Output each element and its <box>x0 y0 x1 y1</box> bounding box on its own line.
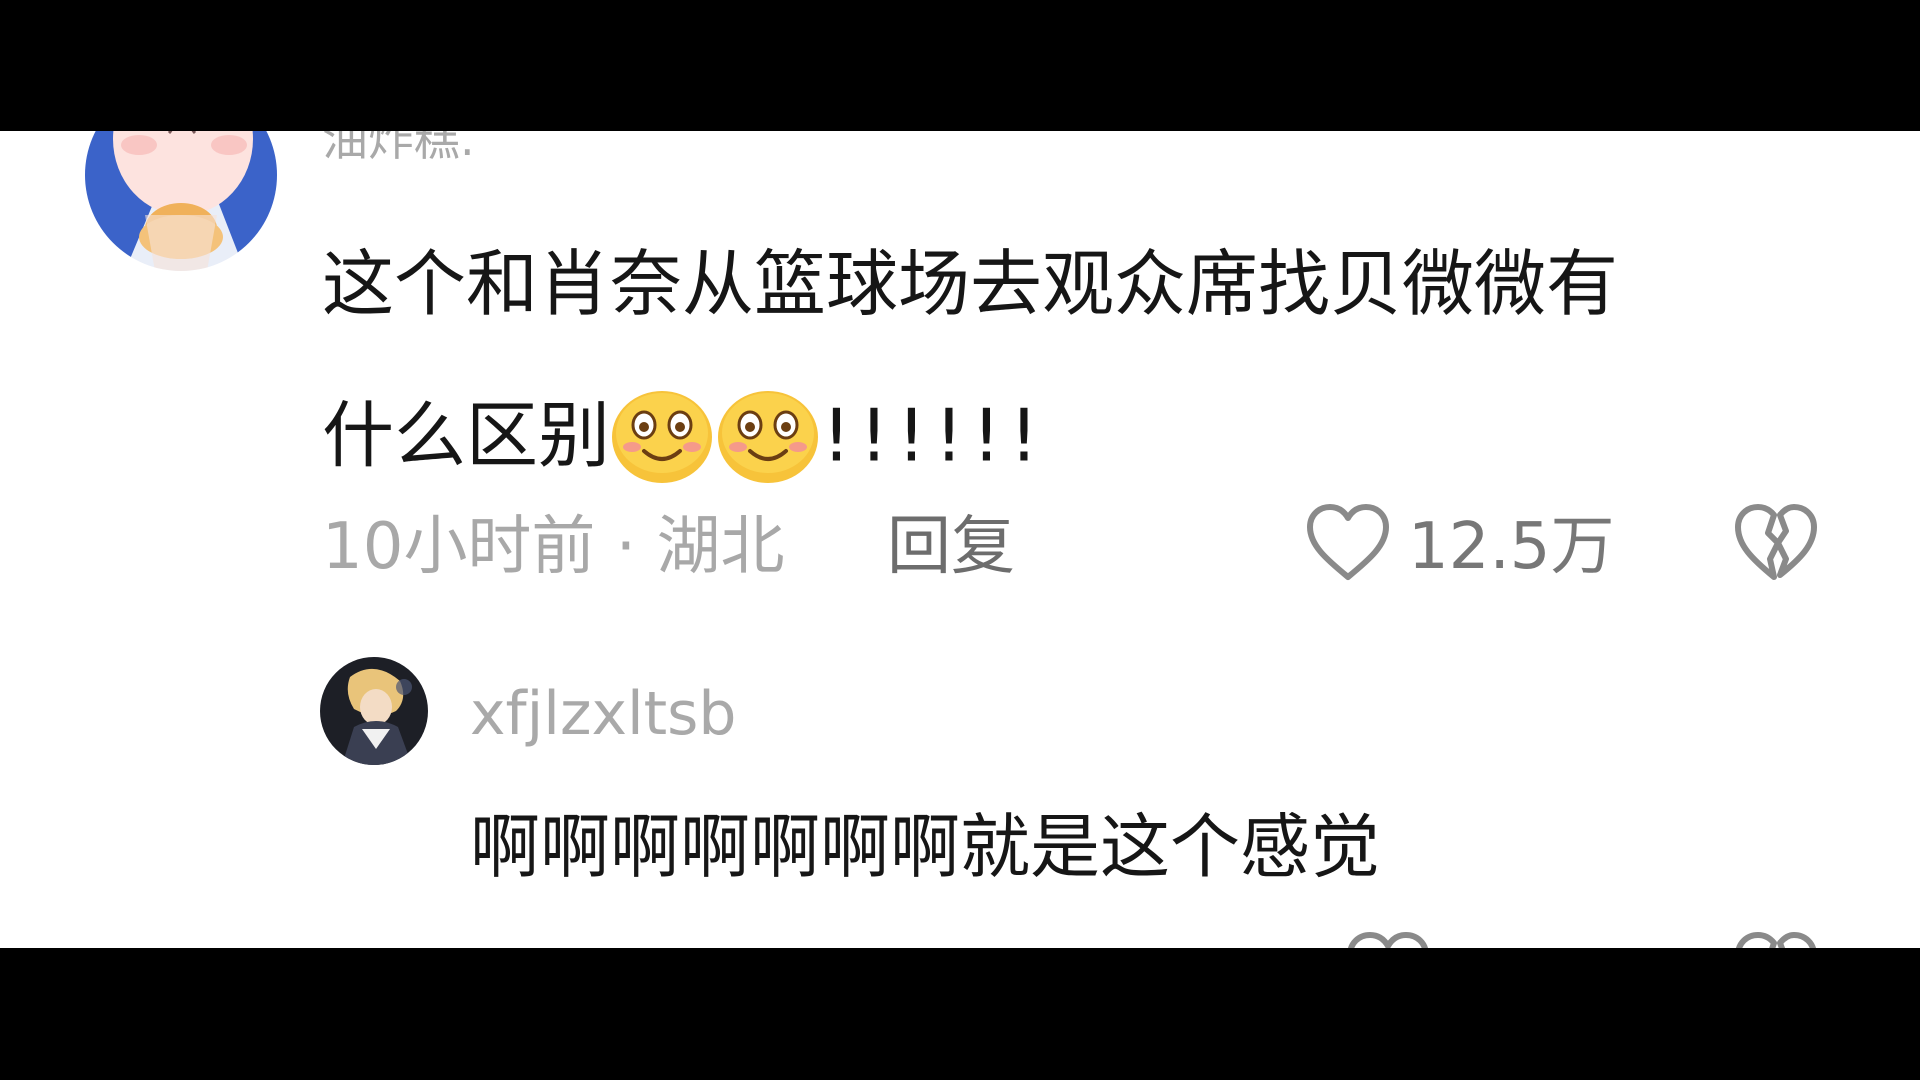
broken-heart-icon[interactable] <box>1734 503 1818 583</box>
blush-smile-emoji <box>610 387 714 484</box>
main-comment-reply-button[interactable]: 回复 <box>887 495 1015 587</box>
main-comment-time-location: 10小时前 · 湖北 <box>322 510 785 584</box>
main-comment-exclamations: !!!!!! <box>822 393 1048 478</box>
main-comment-text-line1: 这个和肖奈从篮球场去观众席找贝微微有 <box>322 242 1619 326</box>
letterbox-bottom <box>0 948 1920 1080</box>
letterbox-top <box>0 0 1920 131</box>
heart-outline-icon[interactable] <box>1306 503 1390 583</box>
reply-comment-time-location: 小时前 · 河南 <box>580 931 961 948</box>
reply-comment-author[interactable]: xfjlzxltsb <box>470 679 737 749</box>
main-comment-text-part: 什么区别 <box>322 393 611 478</box>
blush-smile-emoji <box>716 387 820 484</box>
reply-comment-avatar[interactable] <box>320 657 428 765</box>
video-frame: 油炸糕. 这个和肖奈从篮球场去观众席找贝微微有 什么区别 !!!!!! 10小时… <box>0 0 1920 1080</box>
main-comment-like-count: 12.5万 <box>1408 510 1615 584</box>
main-comment-author[interactable]: 油炸糕. <box>322 131 475 169</box>
main-comment-avatar[interactable] <box>85 131 277 271</box>
reply-comment-text: 啊啊啊啊啊啊啊就是这个感觉 <box>470 806 1380 888</box>
comment-thread: 油炸糕. 这个和肖奈从篮球场去观众席找贝微微有 什么区别 !!!!!! 10小时… <box>0 131 1920 948</box>
reply-comment-like-count: 1.8万 <box>1420 931 1586 948</box>
broken-heart-icon[interactable] <box>1734 931 1818 948</box>
main-comment-text-line2: 什么区别 !!!!!! <box>322 357 1047 508</box>
heart-outline-icon[interactable] <box>1346 931 1430 948</box>
